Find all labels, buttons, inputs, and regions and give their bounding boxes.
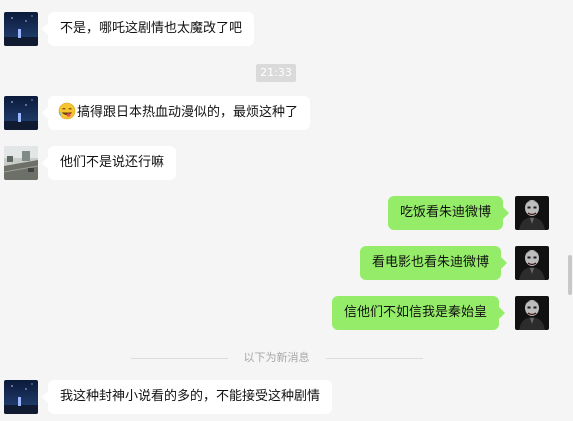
dark-figure-avatar-icon (515, 296, 549, 330)
my-avatar[interactable] (515, 296, 549, 330)
scrollbar-thumb[interactable] (568, 255, 572, 295)
dark-figure-avatar-icon (515, 246, 549, 280)
my-avatar[interactable] (515, 246, 549, 280)
message-text: 不是，哪吒这剧情也太魔改了吧 (60, 21, 243, 36)
message-bubble-incoming[interactable]: 不是，哪吒这剧情也太魔改了吧 (41, 12, 255, 46)
face-with-tongue-emoji-icon (58, 102, 76, 120)
night-sky-avatar-icon (4, 12, 38, 46)
message-bubble-incoming[interactable]: 他们不是说还行嘛 (41, 146, 177, 180)
night-sky-avatar-icon (4, 380, 38, 414)
chat-message-list[interactable]: 不是，哪吒这剧情也太魔改了吧 21:33 搞得跟日本热血动漫似的，最烦这种了 他… (0, 0, 573, 421)
contact-avatar[interactable] (4, 380, 38, 414)
dark-figure-avatar-icon (515, 196, 549, 230)
divider-line-right (326, 358, 423, 359)
contact-avatar[interactable] (4, 96, 38, 130)
new-messages-divider: 以下为新消息 (243, 351, 310, 364)
message-text: 他们不是说还行嘛 (60, 155, 165, 170)
night-sky-avatar-icon (4, 96, 38, 130)
message-bubble-outgoing[interactable]: 吃饭看朱迪微博 (388, 196, 510, 230)
message-text: 信他们不如信我是秦始皇 (344, 305, 488, 320)
message-text: 搞得跟日本热血动漫似的，最烦这种了 (77, 105, 299, 120)
message-text: 吃饭看朱迪微博 (400, 205, 492, 220)
message-timestamp: 21:33 (256, 64, 296, 82)
contact-avatar[interactable] (4, 146, 38, 180)
message-text: 看电影也看朱迪微博 (372, 255, 490, 270)
message-bubble-outgoing[interactable]: 信他们不如信我是秦始皇 (332, 296, 506, 330)
message-bubble-outgoing[interactable]: 看电影也看朱迪微博 (360, 246, 508, 280)
scrollbar-track[interactable] (569, 0, 573, 421)
contact-avatar[interactable] (4, 12, 38, 46)
message-bubble-incoming[interactable]: 搞得跟日本热血动漫似的，最烦这种了 (41, 96, 311, 130)
message-bubble-incoming[interactable]: 我这种封神小说看的多的，不能接受这种剧情 (41, 380, 333, 414)
message-text: 我这种封神小说看的多的，不能接受这种剧情 (60, 389, 321, 404)
street-scene-avatar-icon (4, 146, 38, 180)
my-avatar[interactable] (515, 196, 549, 230)
